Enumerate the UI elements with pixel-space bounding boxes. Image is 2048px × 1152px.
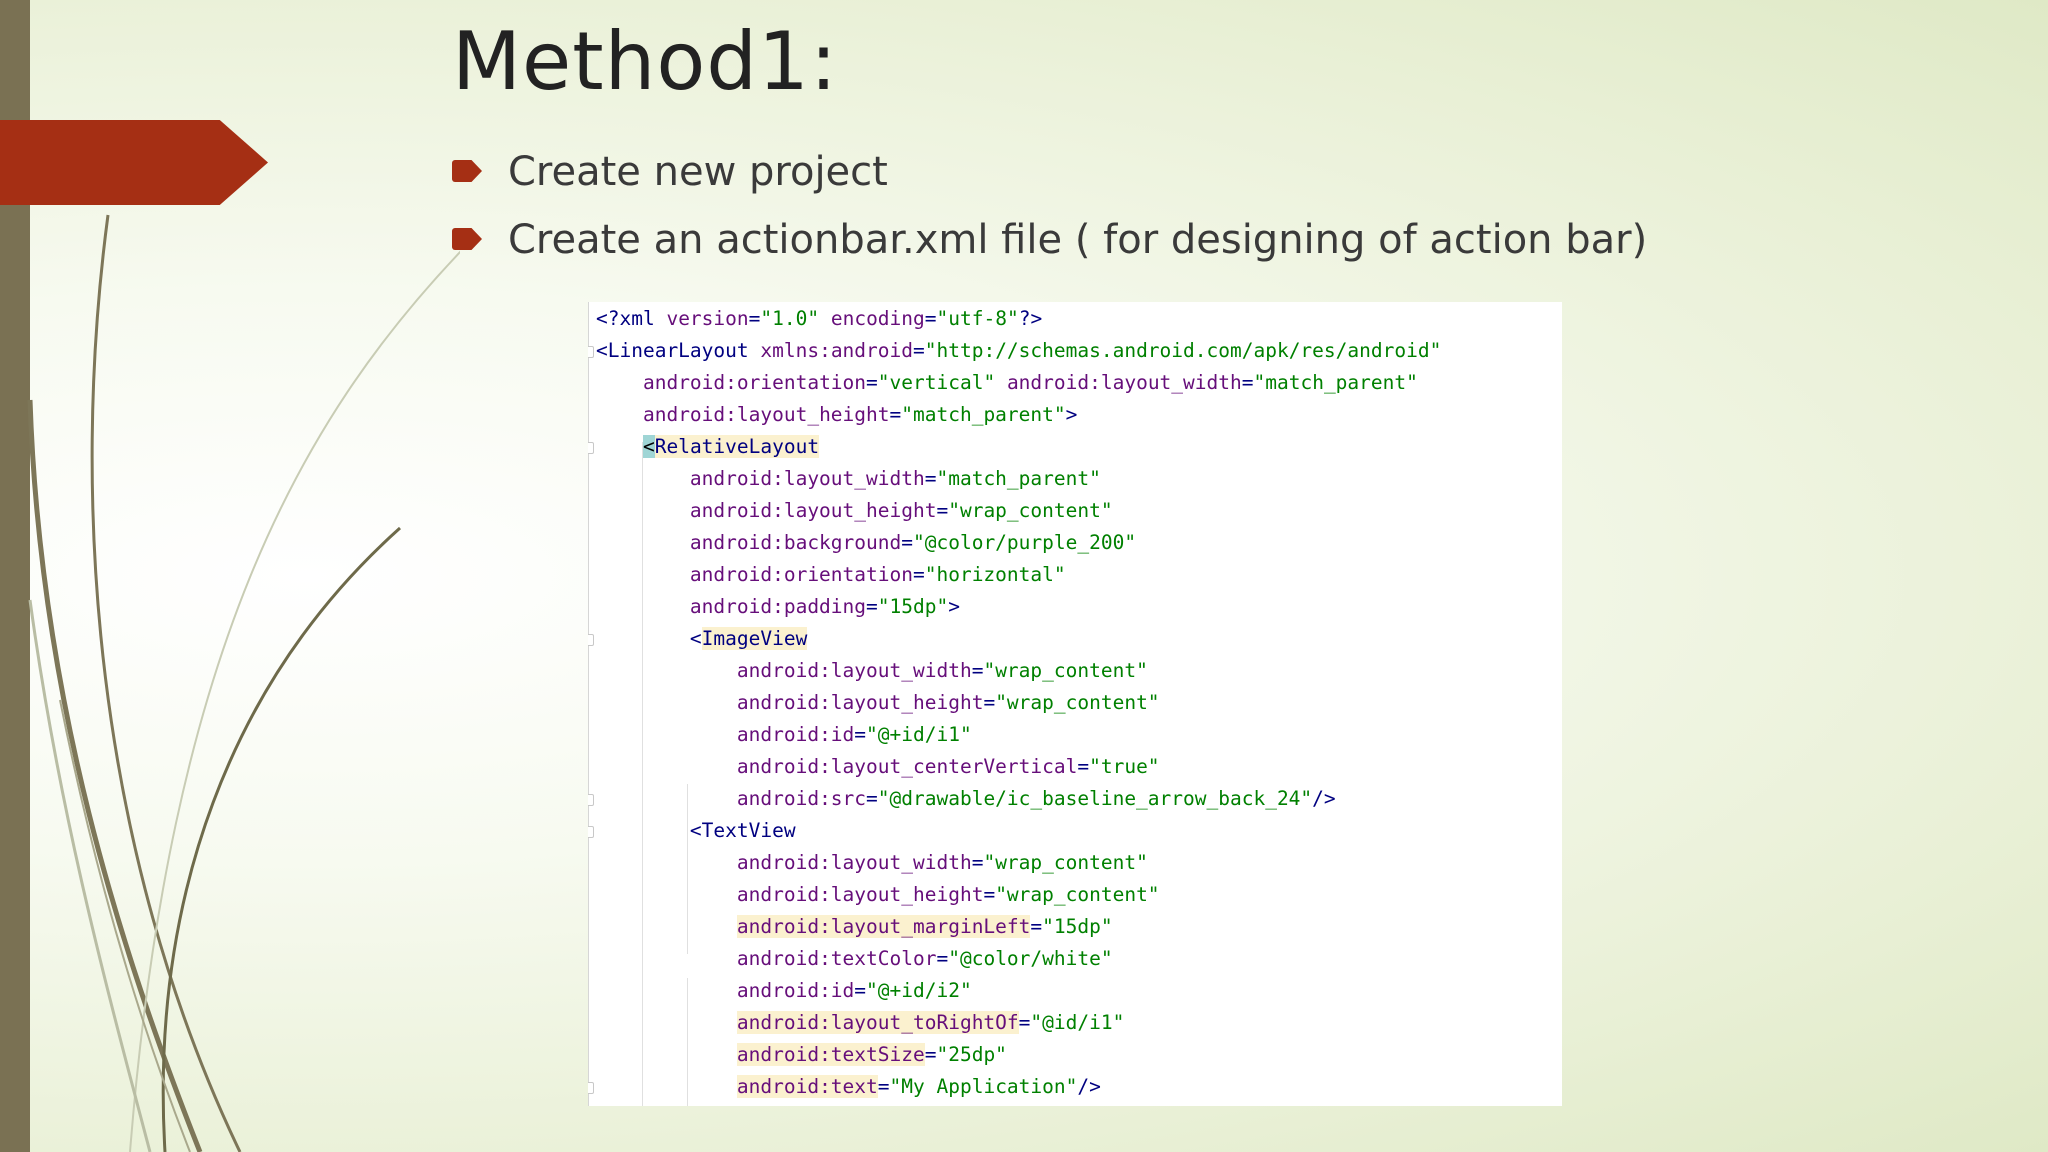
code-line: android:layout_width="wrap_content"	[736, 851, 1148, 874]
code-line: android:layout_toRightOf="@id/i1"	[736, 1011, 1125, 1034]
code-line: android:textSize="25dp"	[736, 1043, 1007, 1066]
code-line: android:text="My Application"/>	[736, 1075, 1101, 1098]
fold-marker-icon[interactable]	[588, 826, 594, 838]
code-line: android:orientation="horizontal"	[689, 563, 1066, 586]
slide-title: Method1:	[452, 15, 838, 108]
bullet-arrow-icon	[452, 160, 482, 182]
bullet-text: Create new project	[508, 149, 888, 195]
code-line: <RelativeLayout	[642, 435, 820, 458]
code-line: android:background="@color/purple_200"	[689, 531, 1137, 554]
code-line: android:layout_height="wrap_content"	[689, 499, 1113, 522]
fold-marker-icon[interactable]	[588, 794, 594, 806]
code-screenshot: <?xml version="1.0" encoding="utf-8"?> <L…	[588, 302, 1562, 1106]
fold-marker-icon[interactable]	[588, 634, 594, 646]
fold-marker-icon[interactable]	[588, 442, 594, 454]
editor-gutter-border	[588, 302, 589, 1106]
code-line: android:layout_height="match_parent">	[642, 403, 1078, 426]
code-line: android:layout_height="wrap_content"	[736, 883, 1160, 906]
title-accent-arrow	[0, 120, 268, 205]
fold-marker-icon[interactable]	[588, 346, 594, 358]
bullet-text: Create an actionbar.xml file ( for desig…	[508, 217, 1648, 263]
code-line: android:layout_centerVertical="true"	[736, 755, 1160, 778]
slide: Method1: Create new project Create an ac…	[0, 0, 2048, 1152]
code-line: android:layout_width="wrap_content"	[736, 659, 1148, 682]
code-line: android:layout_height="wrap_content"	[736, 691, 1160, 714]
code-line: <TextView	[689, 819, 796, 842]
fold-marker-icon[interactable]	[588, 1082, 594, 1094]
code-line: android:id="@+id/i2"	[736, 979, 972, 1002]
code-line: <ImageView	[689, 627, 808, 650]
code-line: android:orientation="vertical" android:l…	[642, 371, 1418, 394]
code-line: android:layout_marginLeft="15dp"	[736, 915, 1113, 938]
code-line: android:padding="15dp">	[689, 595, 960, 618]
code-line: android:textColor="@color/white"	[736, 947, 1113, 970]
code-line: <LinearLayout xmlns:android="http://sche…	[596, 339, 1442, 362]
code-line: android:id="@+id/i1"	[736, 723, 972, 746]
code-line: android:src="@drawable/ic_baseline_arrow…	[736, 787, 1336, 810]
code-line: android:layout_width="match_parent"	[689, 467, 1101, 490]
bullet-arrow-icon	[452, 228, 482, 250]
code-line: <?xml version="1.0" encoding="utf-8"?>	[596, 307, 1043, 330]
